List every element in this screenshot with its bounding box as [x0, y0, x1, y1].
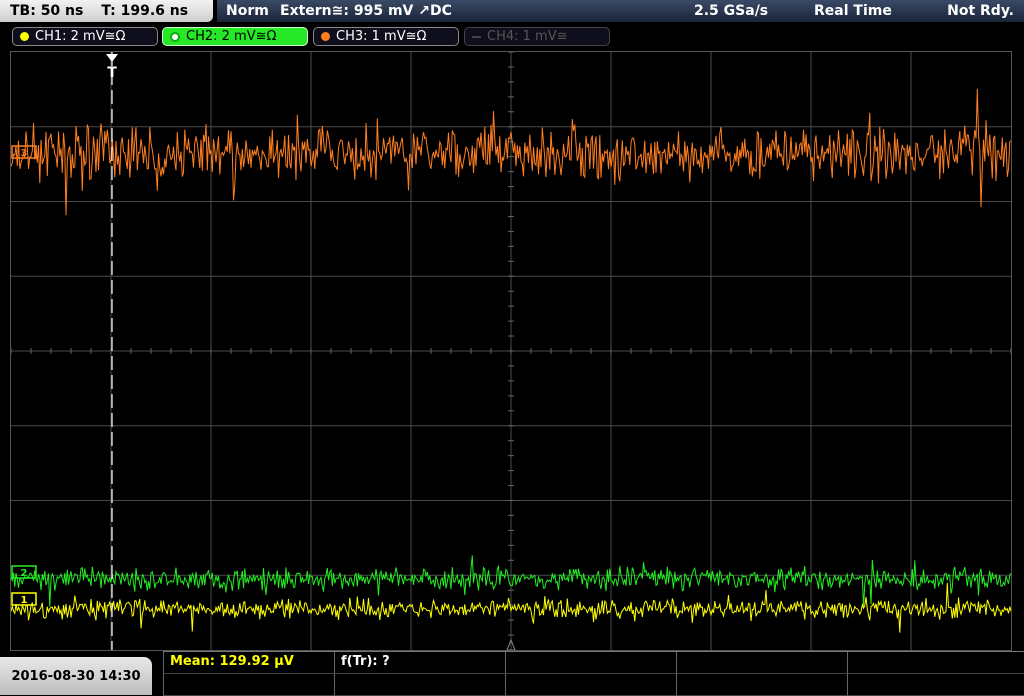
graticule	[11, 52, 1011, 650]
frequency-measurement: f(Tr): ?	[341, 654, 390, 669]
sample-rate-label: 2.5 GSa/s	[694, 3, 769, 19]
trigger-marker-label: T	[107, 65, 117, 81]
measurement-cell-empty[interactable]	[676, 652, 847, 674]
measurement-cell-empty[interactable]	[163, 674, 334, 696]
timebase-panel[interactable]: TB: 50 ns T: 199.6 ns	[0, 0, 213, 22]
ch1-offset-label: 1	[21, 595, 28, 606]
channel-tab-ch1[interactable]: CH1: 2 mV≅Ω	[12, 27, 158, 46]
timebase-label: TB: 50 ns	[10, 3, 84, 19]
channel-tab-ch2[interactable]: CH2: 2 mV≅Ω	[162, 27, 308, 46]
ch4-indicator-icon	[472, 35, 481, 38]
ch3-label: CH3: 1 mV≅Ω	[336, 29, 427, 44]
measurement-panel[interactable]: Mean: 129.92 µV f(Tr): ?	[163, 651, 1024, 696]
ch3-indicator-icon	[321, 32, 330, 41]
ch1-indicator-icon	[20, 32, 29, 41]
acquisition-status-label: Not Rdy.	[947, 3, 1014, 19]
trigger-time-label: T: 199.6 ns	[101, 3, 189, 19]
measurement-cell-empty[interactable]	[676, 674, 847, 696]
trigger-mode-label: Norm	[226, 3, 269, 19]
ch2-offset-label: 2	[21, 568, 28, 579]
waveform-display[interactable]: T 3 2 1	[10, 51, 1012, 651]
measurement-cell-empty[interactable]	[334, 674, 505, 696]
ch2-indicator-icon	[170, 31, 180, 42]
trigger-status-bar[interactable]: Norm Extern≅: 995 mV ↗DC 2.5 GSa/s Real …	[217, 0, 1024, 22]
measurement-cell-empty[interactable]	[847, 674, 1024, 696]
ch3-offset-label: 3	[21, 148, 28, 159]
datetime-label: 2016-08-30 14:30	[11, 668, 141, 684]
measurement-cell-ftr[interactable]: f(Tr): ?	[334, 652, 505, 674]
measurement-cell-empty[interactable]	[847, 652, 1024, 674]
waveform-canvas[interactable]: T 3 2 1	[11, 52, 1011, 650]
measurement-cell-mean[interactable]: Mean: 129.92 µV	[163, 652, 334, 674]
measurement-cell-empty[interactable]	[505, 674, 676, 696]
trigger-source-label: Extern≅: 995 mV ↗DC	[280, 3, 452, 19]
ch4-label: CH4: 1 mV≅	[487, 29, 568, 44]
ch1-label: CH1: 2 mV≅Ω	[35, 29, 126, 44]
trigger-position-marker-icon[interactable]	[106, 54, 118, 62]
ch2-label: CH2: 2 mV≅Ω	[186, 29, 277, 44]
acquisition-mode-label: Real Time	[814, 3, 892, 19]
datetime-panel: 2016-08-30 14:30	[0, 657, 152, 695]
mean-measurement: Mean: 129.92 µV	[170, 654, 294, 669]
measurement-cell-empty[interactable]	[505, 652, 676, 674]
channel-tab-ch4[interactable]: CH4: 1 mV≅	[464, 27, 610, 46]
channel-tab-ch3[interactable]: CH3: 1 mV≅Ω	[313, 27, 459, 46]
